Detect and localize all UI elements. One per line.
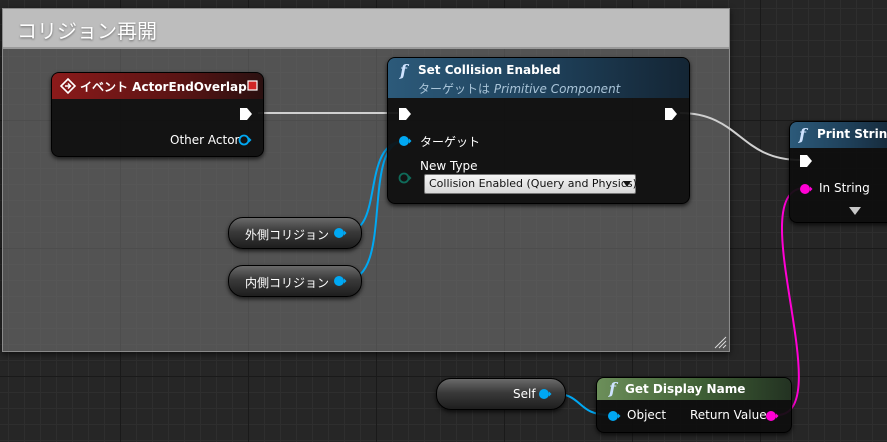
get-display-name-header[interactable]: f Get Display Name — [597, 378, 791, 400]
object-in-pin-icon[interactable] — [607, 410, 621, 422]
event-node-header[interactable]: イベント ActorEndOverlap — [52, 73, 263, 99]
exec-out-pin-icon[interactable] — [239, 107, 253, 121]
event-node-actor-end-overlap[interactable]: イベント ActorEndOverlap Other Actor — [51, 72, 264, 157]
print-string-header[interactable]: f Print String — [790, 122, 887, 148]
object-out-pin-icon[interactable] — [238, 134, 252, 146]
exec-wire-set-to-print — [679, 112, 801, 161]
object-label: Object — [627, 408, 667, 422]
dropdown-arrow-icon — [623, 181, 631, 187]
string-out-pin-icon[interactable] — [765, 410, 779, 422]
object-out-pin-icon[interactable] — [333, 275, 347, 287]
set-collision-header[interactable]: f Set Collision Enabled ターゲットは Primitive… — [388, 58, 689, 98]
event-diamond-icon — [60, 78, 76, 94]
other-actor-label: Other Actor — [170, 133, 240, 147]
delegate-square-icon[interactable] — [247, 80, 258, 91]
set-collision-title: Set Collision Enabled — [418, 63, 561, 77]
inner-collision-label: 内側コリジョン — [245, 276, 330, 290]
target-label: ターゲット — [420, 135, 481, 149]
exec-in-pin-icon[interactable] — [799, 154, 813, 168]
event-node-title: イベント ActorEndOverlap — [80, 80, 247, 94]
function-icon: f — [400, 61, 407, 80]
function-icon: f — [799, 125, 806, 144]
exec-in-pin-icon[interactable] — [398, 107, 412, 121]
print-string-node[interactable]: f Print String In String — [789, 121, 887, 223]
in-string-label: In String — [819, 181, 870, 195]
outer-collision-label: 外側コリジョン — [245, 228, 330, 242]
exec-out-pin-icon[interactable] — [664, 107, 678, 121]
var-node-outer-collision[interactable]: 外側コリジョン — [228, 217, 362, 249]
target-pin-icon[interactable] — [398, 135, 412, 147]
get-display-name-title: Get Display Name — [625, 382, 746, 396]
set-collision-enabled-node[interactable]: f Set Collision Enabled ターゲットは Primitive… — [387, 57, 690, 204]
object-out-pin-icon[interactable] — [538, 388, 552, 400]
set-collision-subtitle: ターゲットは Primitive Component — [418, 80, 620, 97]
get-display-name-node[interactable]: f Get Display Name Object Return Value — [596, 377, 792, 433]
function-icon: f — [609, 379, 616, 398]
return-value-label: Return Value — [690, 408, 767, 422]
object-out-pin-icon[interactable] — [333, 227, 347, 239]
var-node-inner-collision[interactable]: 内側コリジョン — [228, 265, 362, 297]
subtitle-class: Primitive Component — [493, 82, 621, 96]
new-type-value: Collision Enabled (Query and Physics) — [429, 177, 637, 190]
string-pin-icon[interactable] — [799, 183, 813, 195]
self-label: Self — [513, 387, 536, 401]
subtitle-prefix: ターゲットは — [418, 82, 491, 96]
var-node-self[interactable]: Self — [436, 378, 566, 410]
new-type-label: New Type — [420, 159, 478, 173]
print-string-title: Print String — [817, 127, 887, 141]
enum-pin-icon[interactable] — [398, 172, 412, 184]
chevron-down-icon[interactable] — [849, 207, 861, 215]
new-type-dropdown[interactable]: Collision Enabled (Query and Physics) — [424, 174, 637, 194]
